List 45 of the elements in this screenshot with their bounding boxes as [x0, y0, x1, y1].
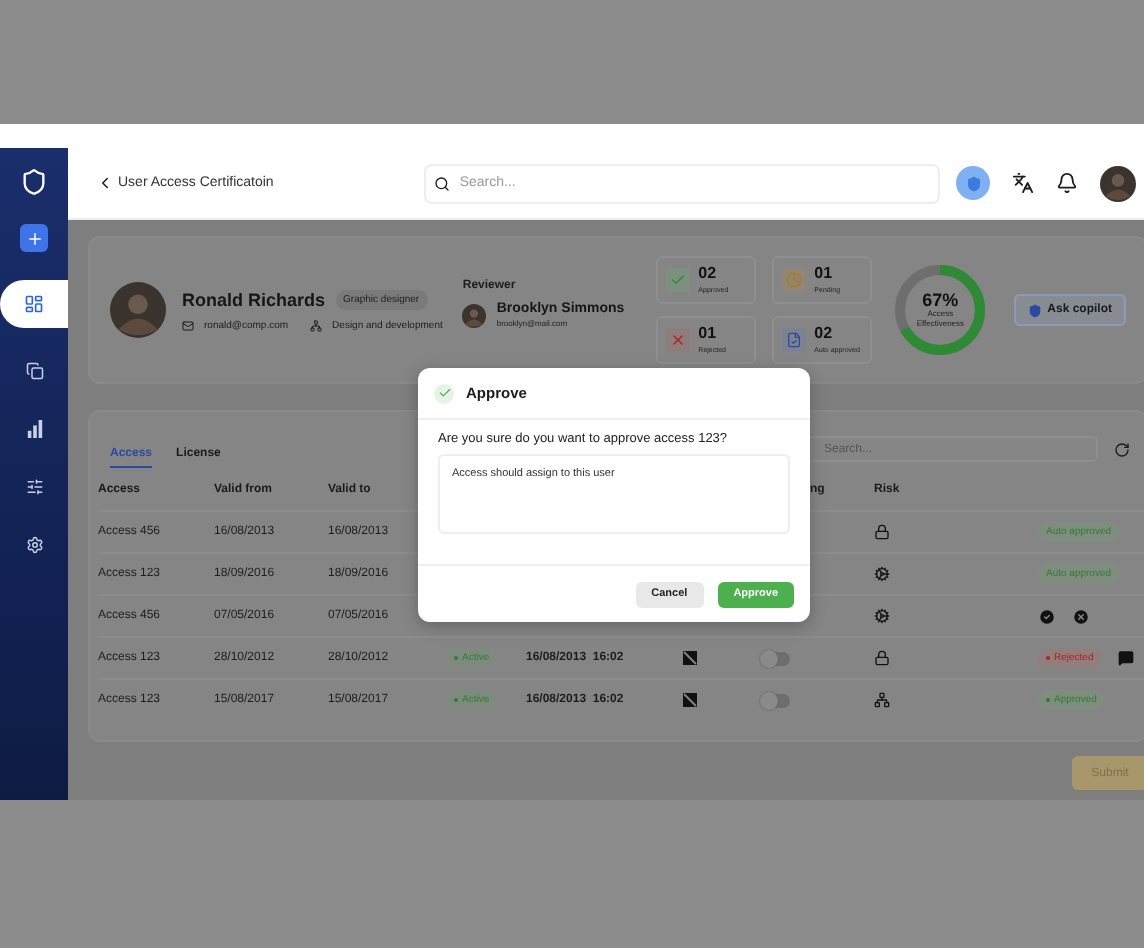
department-icon [310, 319, 323, 331]
bell-icon[interactable] [1056, 172, 1078, 194]
effectiveness-ring [892, 262, 989, 358]
plus-icon [25, 229, 43, 247]
comment-icon[interactable] [1118, 650, 1134, 666]
hierarchy-icon [874, 692, 890, 708]
search-icon [433, 175, 450, 191]
clock-icon [786, 272, 803, 288]
reject-icon[interactable] [1072, 607, 1090, 625]
translate-icon[interactable] [1012, 172, 1034, 194]
crossed-screen-icon [682, 692, 698, 708]
stat-count: 01 [814, 266, 835, 282]
add-button[interactable] [20, 224, 48, 252]
copy-icon[interactable] [25, 361, 43, 379]
user-name: Ronald Richards [182, 289, 326, 309]
shield-icon [965, 175, 981, 191]
lock-icon [874, 524, 890, 540]
effectiveness-value: 67% [922, 290, 959, 311]
gear-icon [874, 608, 890, 624]
refresh-icon[interactable] [1114, 442, 1130, 458]
avatar [462, 303, 487, 327]
lock-icon [874, 650, 890, 666]
check-icon [670, 272, 687, 288]
logo-icon [20, 168, 48, 196]
avatar [110, 282, 166, 338]
avatar [1100, 165, 1136, 201]
sliders-icon[interactable] [25, 477, 43, 495]
shield-button[interactable] [956, 166, 990, 200]
settings-icon[interactable] [25, 535, 43, 553]
check-icon [437, 386, 451, 400]
gear-icon [874, 566, 890, 582]
shield-icon [1027, 303, 1042, 317]
toggle-switch[interactable] [762, 693, 790, 707]
bar-chart-icon[interactable] [25, 419, 43, 437]
x-icon [670, 332, 687, 348]
stat-count: 02 [698, 266, 719, 282]
document-check-icon [786, 332, 803, 348]
stat-count: 02 [814, 326, 835, 342]
crossed-screen-icon [682, 650, 698, 666]
approve-icon[interactable] [1038, 607, 1056, 625]
dashboard-icon[interactable] [24, 294, 44, 314]
toggle-switch[interactable] [762, 651, 790, 665]
stat-count: 01 [698, 326, 719, 342]
back-icon[interactable] [96, 174, 114, 192]
mail-icon [182, 319, 194, 331]
